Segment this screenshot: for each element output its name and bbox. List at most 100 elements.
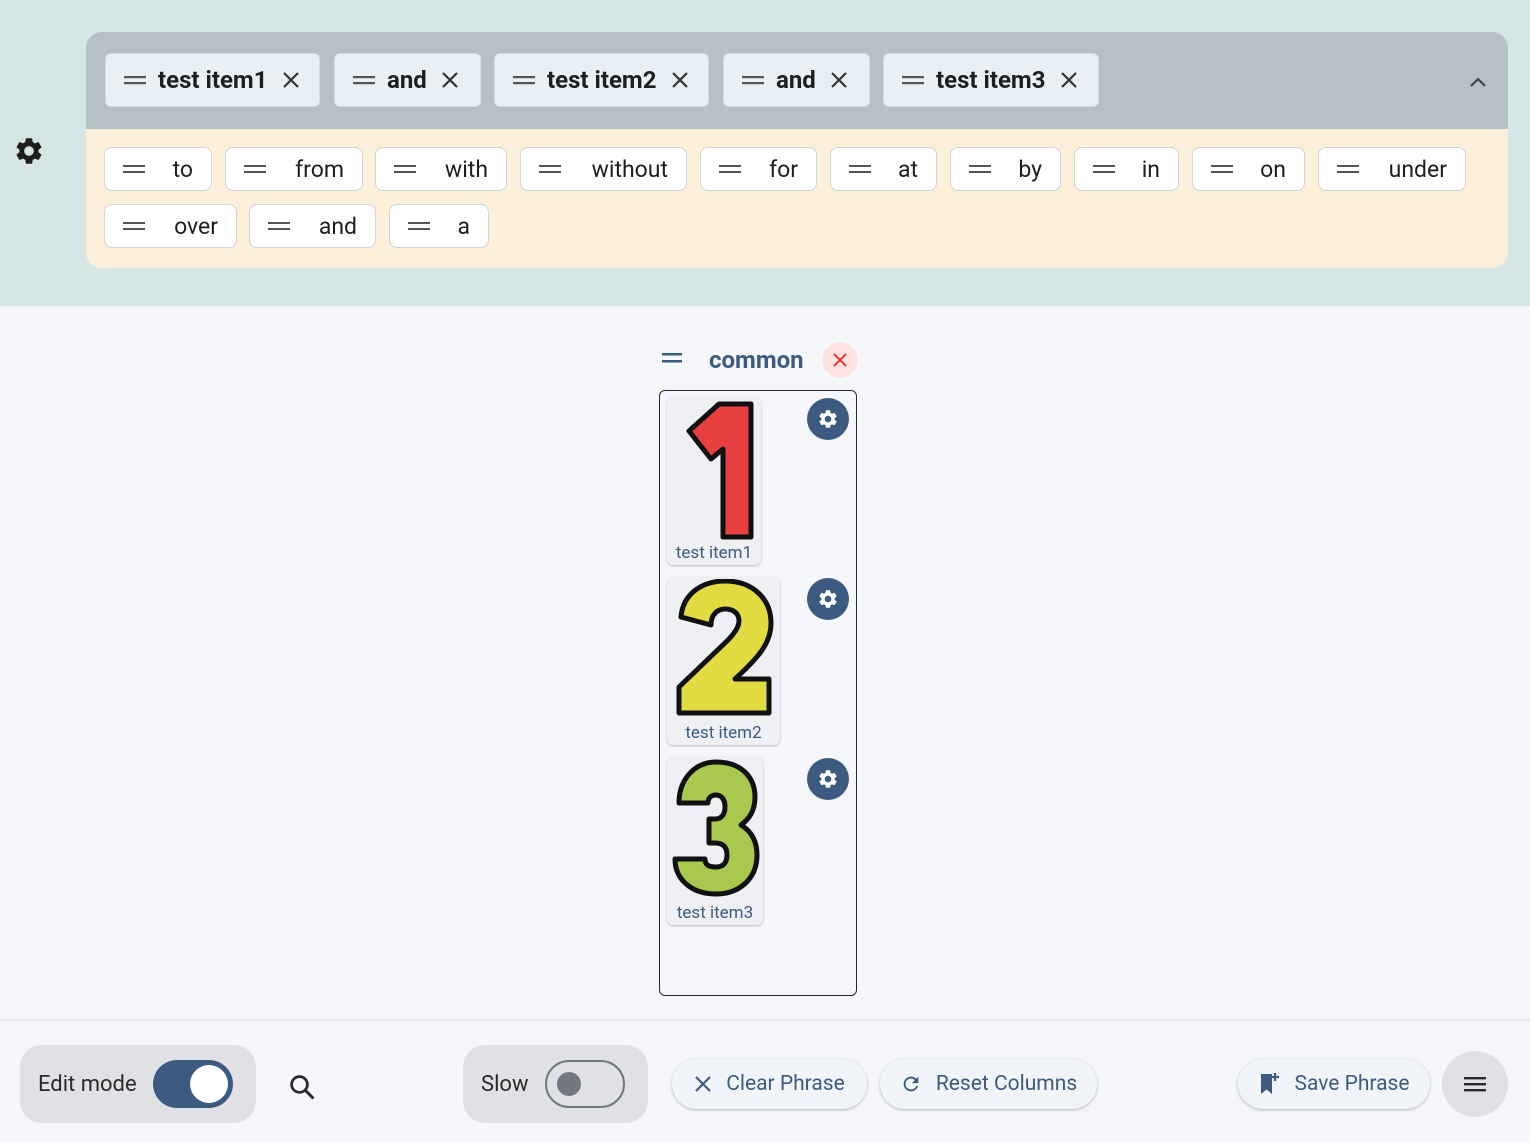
drag-handle-icon[interactable] xyxy=(394,163,416,175)
word-label: a xyxy=(457,212,470,240)
number-two-image xyxy=(676,579,774,716)
phrase-chip-label: test item3 xyxy=(936,66,1046,94)
word-chip[interactable]: in xyxy=(1074,147,1179,191)
gear-icon[interactable] xyxy=(807,398,849,440)
drag-handle-icon[interactable] xyxy=(268,220,290,232)
phrase-chip[interactable]: test item2 xyxy=(494,53,709,107)
clear-phrase-label: Clear Phrase xyxy=(726,1072,845,1096)
close-icon xyxy=(694,1075,712,1093)
drag-handle-icon[interactable] xyxy=(902,74,924,86)
drag-handle-icon[interactable] xyxy=(123,220,145,232)
drag-handle-icon[interactable] xyxy=(1093,163,1115,175)
clear-phrase-button[interactable]: Clear Phrase xyxy=(672,1059,867,1109)
word-chip[interactable]: a xyxy=(389,204,489,248)
word-label: from xyxy=(295,155,344,183)
column-box: test item1 test item2 test item3 xyxy=(659,390,857,996)
word-label: over xyxy=(174,212,218,240)
word-label: and xyxy=(318,212,357,240)
word-chip[interactable]: by xyxy=(950,147,1061,191)
tile[interactable]: test item3 xyxy=(667,757,763,925)
gear-icon[interactable] xyxy=(807,758,849,800)
column-title: common xyxy=(709,346,804,374)
word-label: to xyxy=(172,155,193,183)
drag-handle-icon[interactable] xyxy=(539,163,561,175)
phrase-chip[interactable]: and xyxy=(334,53,481,107)
reset-columns-button[interactable]: Reset Columns xyxy=(880,1059,1097,1109)
close-icon[interactable] xyxy=(441,71,459,89)
phrase-chip[interactable]: test item1 xyxy=(105,53,320,107)
remove-column-close-icon[interactable] xyxy=(822,342,858,378)
word-label: with xyxy=(444,155,488,183)
phrase-chip[interactable]: test item3 xyxy=(883,53,1099,107)
phrase-chip-label: test item2 xyxy=(547,66,657,94)
word-chip[interactable]: and xyxy=(249,204,376,248)
bookmark-add-icon xyxy=(1258,1072,1280,1096)
phrase-chip[interactable]: and xyxy=(723,53,870,107)
menu-icon[interactable] xyxy=(1442,1051,1508,1117)
drag-handle-icon[interactable] xyxy=(244,163,266,175)
phrase-chip-label: and xyxy=(387,66,427,94)
edit-mode-pill: Edit mode xyxy=(20,1045,256,1123)
word-chip[interactable]: with xyxy=(375,147,507,191)
word-label: by xyxy=(1018,155,1042,183)
drag-handle-icon[interactable] xyxy=(513,74,535,86)
drag-handle-icon[interactable] xyxy=(660,350,684,369)
save-phrase-button[interactable]: Save Phrase xyxy=(1238,1059,1430,1109)
settings-gear-icon[interactable] xyxy=(12,134,46,168)
close-icon[interactable] xyxy=(282,71,300,89)
drag-handle-icon[interactable] xyxy=(123,163,145,175)
drag-handle-icon[interactable] xyxy=(849,163,871,175)
word-label: at xyxy=(897,155,918,183)
word-chip[interactable]: under xyxy=(1318,147,1466,191)
drag-handle-icon[interactable] xyxy=(719,163,741,175)
column-header: common xyxy=(660,340,860,380)
drag-handle-icon[interactable] xyxy=(1337,163,1359,175)
phrase-chip-label: test item1 xyxy=(158,66,268,94)
search-icon[interactable] xyxy=(282,1067,322,1107)
phrase-bar: test item1 and test item2 and test item3 xyxy=(86,32,1508,129)
word-label: on xyxy=(1260,155,1286,183)
chevron-up-icon[interactable] xyxy=(1464,68,1492,96)
reset-columns-label: Reset Columns xyxy=(935,1072,1078,1096)
word-chip[interactable]: on xyxy=(1192,147,1305,191)
word-chip[interactable]: to xyxy=(104,147,212,191)
tile-label: test item2 xyxy=(685,723,762,743)
save-phrase-label: Save Phrase xyxy=(1294,1072,1410,1096)
phrase-chip-label: and xyxy=(776,66,816,94)
close-icon[interactable] xyxy=(1060,71,1078,89)
number-one-image xyxy=(686,401,754,540)
edit-mode-label: Edit mode xyxy=(38,1071,137,1097)
words-area: to from with without for at by in on und… xyxy=(86,129,1508,268)
drag-handle-icon[interactable] xyxy=(969,163,991,175)
drag-handle-icon[interactable] xyxy=(408,220,430,232)
tile-label: test item1 xyxy=(675,543,753,563)
drag-handle-icon[interactable] xyxy=(1211,163,1233,175)
word-chip[interactable]: for xyxy=(700,147,817,191)
drag-handle-icon[interactable] xyxy=(742,74,764,86)
word-chip[interactable]: from xyxy=(225,147,363,191)
word-label: under xyxy=(1388,155,1447,183)
word-label: in xyxy=(1141,155,1160,183)
word-chip[interactable]: over xyxy=(104,204,237,248)
top-area: test item1 and test item2 and test item3 xyxy=(0,0,1530,306)
edit-mode-toggle[interactable] xyxy=(153,1060,233,1108)
tile-label: test item3 xyxy=(676,903,754,923)
close-icon[interactable] xyxy=(830,71,848,89)
drag-handle-icon[interactable] xyxy=(353,74,375,86)
word-chip[interactable]: at xyxy=(830,147,937,191)
word-label: for xyxy=(769,155,798,183)
drag-handle-icon[interactable] xyxy=(124,74,146,86)
slow-label: Slow xyxy=(481,1071,529,1097)
word-chip[interactable]: without xyxy=(520,147,687,191)
bottom-toolbar: Edit mode Slow Clear Phrase Reset Column… xyxy=(0,1020,1530,1142)
close-icon[interactable] xyxy=(671,71,689,89)
gear-icon[interactable] xyxy=(807,578,849,620)
slow-toggle[interactable] xyxy=(545,1060,625,1108)
refresh-icon xyxy=(900,1073,922,1095)
phrase-panel: test item1 and test item2 and test item3 xyxy=(86,32,1508,268)
tile[interactable]: test item1 xyxy=(667,397,761,565)
tile[interactable]: test item2 xyxy=(667,577,780,745)
word-label: without xyxy=(591,155,668,183)
slow-pill: Slow xyxy=(463,1045,648,1123)
number-three-image xyxy=(672,759,760,897)
